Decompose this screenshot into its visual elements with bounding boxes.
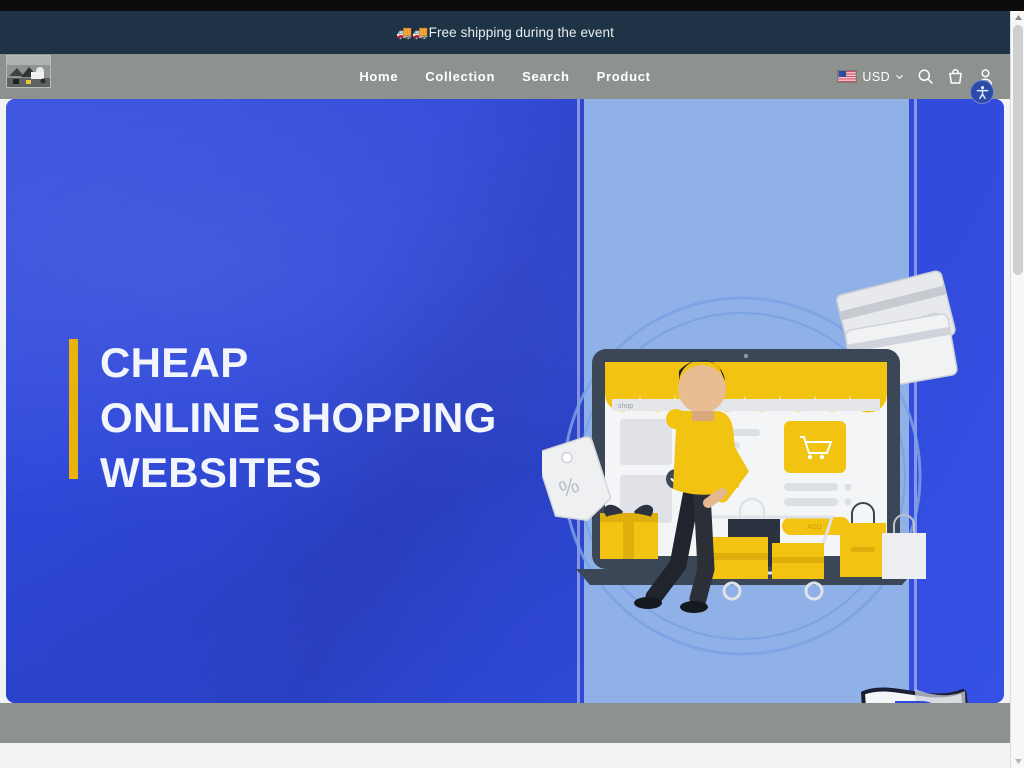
browser-top-bar (0, 0, 1024, 11)
truck-icon-left: 🚚 (396, 25, 413, 40)
hero-headline-line-3: WEBSITES (100, 449, 322, 496)
svg-text:ADD: ADD (807, 524, 822, 531)
hero-copy: CHEAP ONLINE SHOPPING WEBSITES (69, 335, 497, 500)
cart-button[interactable] (947, 68, 964, 86)
us-flag-icon (837, 70, 858, 83)
announcement-text: Free shipping during the event (428, 25, 614, 40)
brand-flag-badge (851, 679, 986, 703)
nav-item-search[interactable]: Search (522, 69, 570, 84)
online-shopping-illustration: shop ADD % (542, 261, 962, 681)
nav-item-product[interactable]: Product (597, 69, 651, 84)
hero-headline-line-1: CHEAP (100, 339, 249, 386)
search-button[interactable] (917, 68, 934, 85)
currency-selector[interactable]: USD (837, 70, 904, 84)
site-header: Home Collection Search Product USD (0, 54, 1010, 104)
hero-slider[interactable]: CHEAP ONLINE SHOPPING WEBSITES shop ADD … (6, 99, 1004, 703)
nav-item-home[interactable]: Home (359, 69, 398, 84)
page-footer-area (0, 743, 1010, 768)
scroll-up-arrow-icon[interactable] (1011, 11, 1024, 24)
accessibility-widget-button[interactable] (970, 80, 994, 104)
cart-icon (949, 68, 962, 84)
page-scrollbar[interactable] (1010, 11, 1024, 768)
hero-accent-bar (69, 339, 78, 479)
hero-headline: CHEAP ONLINE SHOPPING WEBSITES (100, 335, 497, 500)
truck-icon-right: 🚚 (412, 25, 429, 40)
currency-label: USD (862, 69, 890, 84)
nav-item-collection[interactable]: Collection (425, 69, 495, 84)
accessibility-icon (976, 85, 988, 99)
scrollbar-thumb[interactable] (1013, 25, 1023, 275)
chevron-down-icon (896, 75, 903, 79)
search-icon (918, 69, 933, 84)
announcement-content: 🚚 🚚 Free shipping during the event (396, 25, 614, 40)
page-viewport: 🚚 🚚 Free shipping during the event Home Co… (0, 11, 1010, 768)
below-hero-band (0, 703, 1010, 743)
announcement-bar: 🚚 🚚 Free shipping during the event (0, 11, 1010, 54)
hero-headline-line-2: ONLINE SHOPPING (100, 394, 497, 441)
svg-text:shop: shop (618, 403, 633, 410)
scroll-down-arrow-icon[interactable] (1011, 755, 1024, 768)
